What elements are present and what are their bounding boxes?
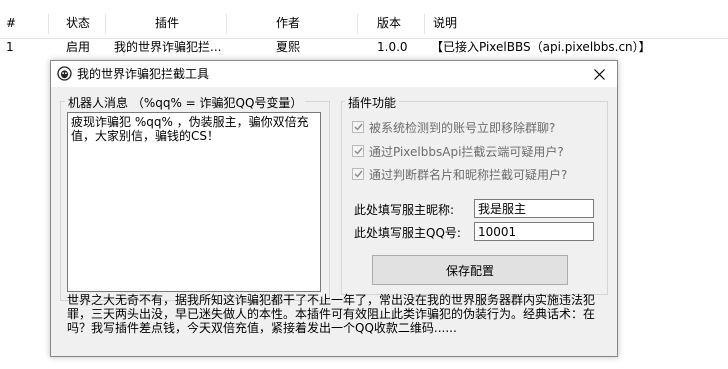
column-divider[interactable] (48, 14, 49, 34)
col-header-author[interactable]: 作者 (276, 8, 300, 38)
row-version: 1.0.0 (377, 40, 408, 54)
dialog-titlebar[interactable]: 我的世界诈骗犯拦截工具 (51, 61, 617, 87)
checkbox-checked-icon (352, 145, 364, 157)
col-header-version[interactable]: 版本 (377, 8, 401, 38)
col-header-index[interactable]: # (6, 8, 16, 38)
save-button-label: 保存配置 (445, 263, 494, 278)
checkbox-checked-icon (352, 168, 364, 180)
row-author: 夏熙 (276, 40, 301, 54)
function-group-label: 插件功能 (345, 94, 400, 111)
close-button[interactable] (589, 64, 609, 84)
checkbox-label: 通过判断群名片和昵称拦截可疑用户? (369, 167, 568, 182)
owner-qq-input[interactable] (474, 222, 594, 241)
col-header-description[interactable]: 说明 (433, 8, 457, 38)
save-config-button[interactable]: 保存配置 (372, 255, 568, 285)
row-description: 【已接入PixelBBS（api.pixelbbs.cn）】 (431, 40, 651, 54)
checkbox-checked-icon (352, 121, 364, 133)
column-divider[interactable] (105, 14, 106, 34)
checkbox-label: 通过PixelbbsApi拦截云端可疑用户? (369, 144, 564, 159)
column-divider[interactable] (226, 14, 227, 34)
plugin-list-header: # 状态 插件 作者 版本 说明 (0, 8, 728, 39)
nickname-filter-checkbox[interactable]: 通过判断群名片和昵称拦截可疑用户? (352, 165, 567, 183)
row-plugin-name: 我的世界诈骗犯拦... (114, 40, 222, 54)
col-header-status[interactable]: 状态 (66, 8, 90, 38)
checkbox-label: 被系统检测到的账号立即移除群聊? (369, 120, 556, 135)
plugin-description-text: 世界之大无奇不有，据我所知这诈骗犯都干了不止一年了，常出没在我的世界服务器群内实… (67, 293, 596, 335)
row-status: 启用 (66, 40, 91, 54)
pixelbbs-api-checkbox[interactable]: 通过PixelbbsApi拦截云端可疑用户? (352, 142, 564, 160)
owner-nickname-label: 此处填写服主昵称: (354, 203, 455, 217)
dialog-title: 我的世界诈骗犯拦截工具 (77, 67, 210, 81)
column-divider[interactable] (424, 14, 425, 34)
app-logo-icon (57, 66, 72, 81)
owner-nickname-input[interactable] (474, 199, 594, 218)
plugin-settings-dialog: 我的世界诈骗犯拦截工具 机器人消息 （%qq% = 诈骗犯QQ号变量） 疲现诈骗… (50, 60, 618, 357)
close-icon (593, 68, 605, 80)
bot-message-textarea[interactable]: 疲现诈骗犯 %qq% ，伪装服主，骗你双倍充值，大家别信，骗钱的CS！ (67, 112, 321, 292)
owner-qq-label: 此处填写服主QQ号: (354, 226, 461, 240)
col-header-plugin[interactable]: 插件 (155, 8, 179, 38)
remove-detected-checkbox[interactable]: 被系统检测到的账号立即移除群聊? (352, 118, 555, 136)
plugin-list-row[interactable]: 1 启用 我的世界诈骗犯拦... 夏熙 1.0.0 【已接入PixelBBS（a… (0, 36, 728, 58)
row-index: 1 (6, 40, 14, 54)
column-divider[interactable] (357, 14, 358, 34)
message-group-label: 机器人消息 （%qq% = 诈骗犯QQ号变量） (65, 94, 306, 111)
